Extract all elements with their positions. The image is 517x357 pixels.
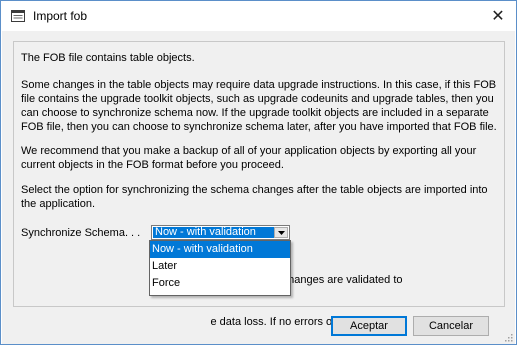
dropdown-toggle-button[interactable] [274,227,288,238]
text-line: the application. [21,198,95,210]
synchronize-schema-label: Synchronize Schema. . . [21,227,141,239]
close-button[interactable]: ✕ [488,6,508,26]
backup-recommendation-text: We recommend that you make a backup of a… [21,144,499,172]
option-now-with-validation[interactable]: Now - with validation [150,241,290,258]
dialog-window-icon [11,10,25,22]
chevron-down-icon [277,230,285,235]
dialog-content: The FOB file contains table objects. Som… [2,31,515,344]
import-fob-dialog: Import fob ✕ The FOB file contains table… [0,0,517,345]
intro-text: The FOB file contains table objects. [21,52,195,64]
upgrade-explanation-text: Some changes in the table objects may re… [21,78,499,134]
text-line: FOB file, then you can choose to synchro… [21,121,497,133]
text-line: can choose to synchronize schema now. If… [21,107,489,119]
window-title: Import fob [33,9,88,23]
close-icon: ✕ [491,8,505,25]
title-bar: Import fob ✕ [1,1,516,31]
text-line: file contains the upgrade toolkit object… [21,93,494,105]
synchronize-schema-select[interactable]: Now - with validation [151,225,290,240]
text-line: current objects in the FOB format before… [21,159,284,171]
option-later[interactable]: Later [150,258,290,275]
option-force[interactable]: Force [150,275,290,292]
text-line: We recommend that you make a backup of a… [21,145,477,157]
select-option-text: Select the option for synchronizing the … [21,183,499,211]
resize-grip-icon[interactable] [503,332,513,342]
synchronize-schema-options-list: Now - with validation Later Force [149,240,291,296]
text-line: Select the option for synchronizing the … [21,184,488,196]
accept-button[interactable]: Aceptar [331,316,407,336]
selected-value: Now - with validation [153,227,274,238]
cancel-button[interactable]: Cancelar [413,316,489,336]
text-line: Some changes in the table objects may re… [21,79,497,91]
